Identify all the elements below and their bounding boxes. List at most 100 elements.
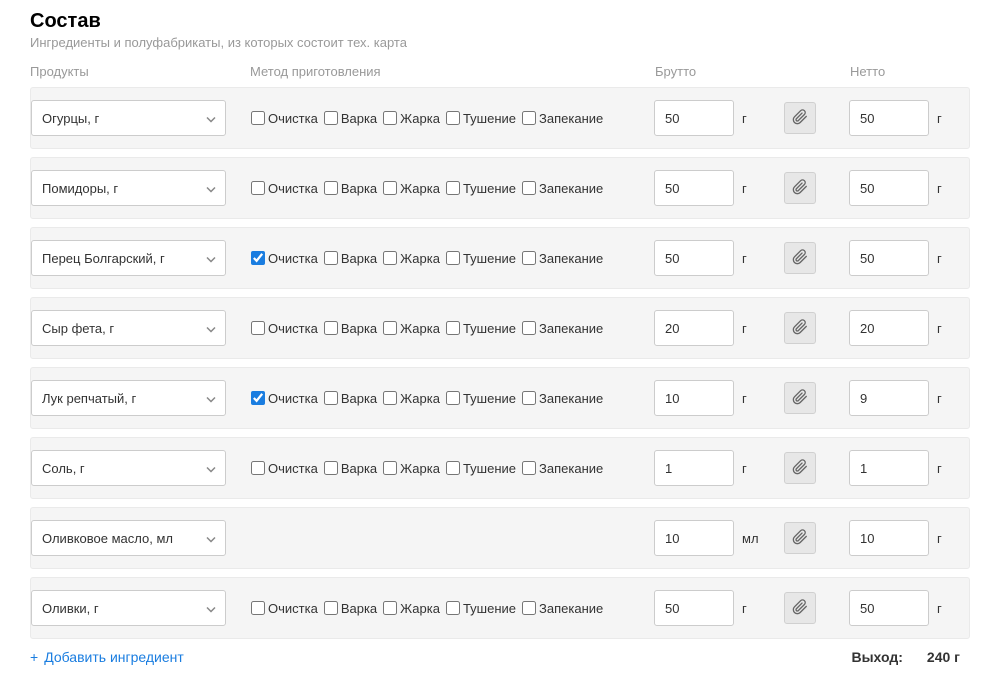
method-очистка[interactable]: Очистка [251,251,318,266]
method-варка[interactable]: Варка [324,181,377,196]
product-select[interactable]: Сыр фета, г [31,310,226,346]
method-checkbox[interactable] [446,251,460,265]
attach-button[interactable] [784,172,816,204]
method-жарка[interactable]: Жарка [383,251,440,266]
method-очистка[interactable]: Очистка [251,391,318,406]
attach-button[interactable] [784,452,816,484]
method-checkbox[interactable] [324,181,338,195]
netto-input[interactable] [849,590,929,626]
method-варка[interactable]: Варка [324,601,377,616]
method-варка[interactable]: Варка [324,391,377,406]
method-жарка[interactable]: Жарка [383,111,440,126]
method-checkbox[interactable] [383,111,397,125]
method-checkbox[interactable] [446,181,460,195]
brutto-input[interactable] [654,100,734,136]
method-жарка[interactable]: Жарка [383,601,440,616]
product-select[interactable]: Оливковое масло, мл [31,520,226,556]
method-запекание[interactable]: Запекание [522,251,603,266]
method-жарка[interactable]: Жарка [383,461,440,476]
method-checkbox[interactable] [522,111,536,125]
method-запекание[interactable]: Запекание [522,321,603,336]
netto-input[interactable] [849,450,929,486]
method-checkbox[interactable] [251,181,265,195]
method-запекание[interactable]: Запекание [522,601,603,616]
brutto-input[interactable] [654,590,734,626]
method-checkbox[interactable] [446,321,460,335]
attach-button[interactable] [784,242,816,274]
method-checkbox[interactable] [522,251,536,265]
add-ingredient-button[interactable]: + Добавить ингредиент [30,649,184,665]
method-checkbox[interactable] [251,391,265,405]
method-варка[interactable]: Варка [324,251,377,266]
method-checkbox[interactable] [383,601,397,615]
method-checkbox[interactable] [446,391,460,405]
method-checkbox[interactable] [324,461,338,475]
method-тушение[interactable]: Тушение [446,391,516,406]
method-checkbox[interactable] [251,601,265,615]
method-запекание[interactable]: Запекание [522,111,603,126]
method-checkbox[interactable] [522,461,536,475]
attach-button[interactable] [784,312,816,344]
attach-button[interactable] [784,592,816,624]
method-checkbox[interactable] [522,181,536,195]
method-checkbox[interactable] [446,601,460,615]
brutto-input[interactable] [654,170,734,206]
method-тушение[interactable]: Тушение [446,601,516,616]
method-checkbox[interactable] [446,461,460,475]
brutto-input[interactable] [654,450,734,486]
method-жарка[interactable]: Жарка [383,181,440,196]
netto-input[interactable] [849,310,929,346]
method-checkbox[interactable] [251,111,265,125]
method-checkbox[interactable] [446,111,460,125]
netto-input[interactable] [849,170,929,206]
netto-input[interactable] [849,100,929,136]
method-checkbox[interactable] [522,321,536,335]
product-select[interactable]: Оливки, г [31,590,226,626]
method-checkbox[interactable] [251,461,265,475]
method-checkbox[interactable] [251,321,265,335]
brutto-input[interactable] [654,380,734,416]
netto-input[interactable] [849,520,929,556]
method-варка[interactable]: Варка [324,111,377,126]
method-запекание[interactable]: Запекание [522,181,603,196]
method-checkbox[interactable] [383,461,397,475]
method-checkbox[interactable] [522,601,536,615]
method-checkbox[interactable] [383,181,397,195]
product-select[interactable]: Помидоры, г [31,170,226,206]
method-тушение[interactable]: Тушение [446,251,516,266]
method-checkbox[interactable] [324,601,338,615]
method-жарка[interactable]: Жарка [383,321,440,336]
method-checkbox[interactable] [383,251,397,265]
method-checkbox[interactable] [383,391,397,405]
method-очистка[interactable]: Очистка [251,601,318,616]
attach-button[interactable] [784,102,816,134]
method-варка[interactable]: Варка [324,321,377,336]
brutto-input[interactable] [654,520,734,556]
method-тушение[interactable]: Тушение [446,111,516,126]
method-checkbox[interactable] [324,321,338,335]
method-checkbox[interactable] [324,391,338,405]
method-тушение[interactable]: Тушение [446,461,516,476]
method-checkbox[interactable] [324,111,338,125]
method-checkbox[interactable] [383,321,397,335]
method-очистка[interactable]: Очистка [251,181,318,196]
method-очистка[interactable]: Очистка [251,321,318,336]
product-select[interactable]: Огурцы, г [31,100,226,136]
method-checkbox[interactable] [251,251,265,265]
method-очистка[interactable]: Очистка [251,461,318,476]
brutto-input[interactable] [654,310,734,346]
brutto-input[interactable] [654,240,734,276]
method-запекание[interactable]: Запекание [522,391,603,406]
method-checkbox[interactable] [324,251,338,265]
method-жарка[interactable]: Жарка [383,391,440,406]
method-тушение[interactable]: Тушение [446,321,516,336]
attach-button[interactable] [784,382,816,414]
product-select[interactable]: Перец Болгарский, г [31,240,226,276]
method-варка[interactable]: Варка [324,461,377,476]
method-очистка[interactable]: Очистка [251,111,318,126]
method-тушение[interactable]: Тушение [446,181,516,196]
product-select[interactable]: Лук репчатый, г [31,380,226,416]
method-запекание[interactable]: Запекание [522,461,603,476]
method-checkbox[interactable] [522,391,536,405]
product-select[interactable]: Соль, г [31,450,226,486]
